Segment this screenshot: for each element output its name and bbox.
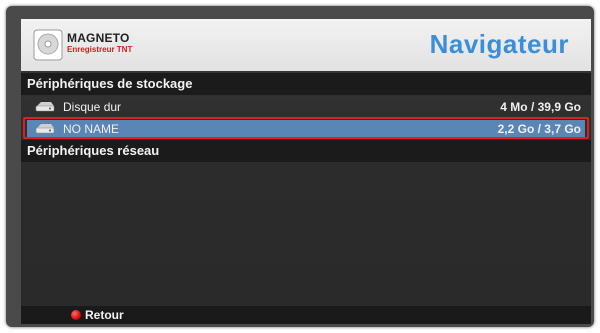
list-item-hard-disk[interactable]: Disque dur 4 Mo / 39,9 Go (27, 98, 585, 116)
disc-logo-icon (33, 29, 63, 61)
page-title: Navigateur (429, 29, 569, 59)
logo-subtitle: Enregistreur TNT (67, 45, 133, 54)
section-network-devices: Périphériques réseau (21, 140, 591, 162)
navigator-screen: MAGNETO Enregistreur TNT Navigateur Péri… (21, 19, 591, 324)
item-size: 4 Mo / 39,9 Go (500, 100, 581, 114)
item-label: Disque dur (63, 100, 122, 114)
selection-highlight (23, 117, 589, 139)
tv-frame: MAGNETO Enregistreur TNT Navigateur Péri… (6, 6, 594, 327)
logo-title: MAGNETO (67, 31, 130, 45)
section-storage-devices: Périphériques de stockage (21, 73, 591, 95)
footer-bar: Retour (21, 306, 591, 324)
back-label[interactable]: Retour (85, 306, 124, 324)
red-button-icon (71, 310, 81, 320)
hard-drive-icon (35, 102, 55, 112)
header-bar: MAGNETO Enregistreur TNT Navigateur (21, 19, 591, 71)
